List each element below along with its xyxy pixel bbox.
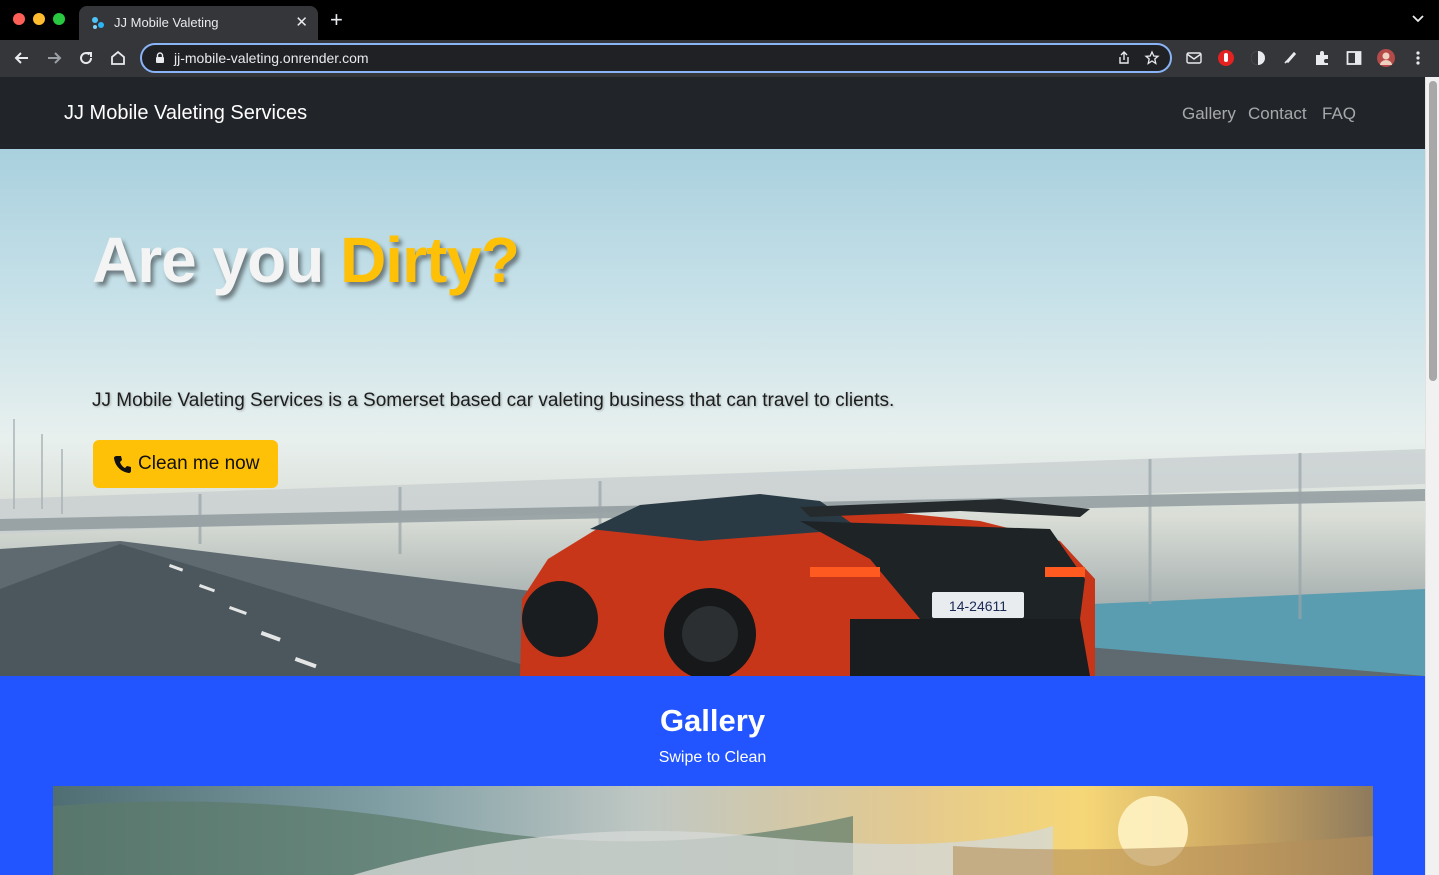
gallery-subtitle: Swipe to Clean xyxy=(658,749,767,766)
close-window-button[interactable] xyxy=(13,13,25,25)
browser-tab[interactable]: JJ Mobile Valeting ✕ xyxy=(79,6,318,40)
site-brand-link[interactable]: JJ Mobile Valeting Services xyxy=(64,102,307,125)
maximize-window-button[interactable] xyxy=(53,13,65,25)
hero-section: 14-24611 Are you Dirty? JJ Mobile Valeti… xyxy=(0,149,1425,676)
phone-icon xyxy=(114,456,131,473)
side-panel-icon[interactable] xyxy=(1345,49,1363,67)
chevron-down-icon[interactable] xyxy=(1411,12,1425,26)
hero-title-part1: Are you xyxy=(92,224,324,296)
license-plate-text: 14-24611 xyxy=(949,598,1007,614)
gallery-title: Gallery xyxy=(659,703,766,738)
gallery-slide-image xyxy=(53,796,1373,875)
share-icon[interactable] xyxy=(1116,50,1132,66)
cta-label: Clean me now xyxy=(138,453,260,474)
favicon-icon xyxy=(92,17,104,29)
hero-title: Are you Dirty? xyxy=(92,223,520,297)
forward-arrow-icon[interactable] xyxy=(44,48,64,68)
browser-tab-bar: JJ Mobile Valeting ✕ + xyxy=(0,0,1439,40)
scrollbar-thumb[interactable] xyxy=(1429,81,1437,381)
tab-title: JJ Mobile Valeting xyxy=(114,15,219,30)
gallery-carousel-image[interactable] xyxy=(53,786,1373,875)
more-menu-icon[interactable] xyxy=(1409,49,1427,67)
profile-avatar-icon[interactable] xyxy=(1377,49,1395,67)
puzzle-extensions-icon[interactable] xyxy=(1313,49,1331,67)
clean-me-now-button[interactable]: Clean me now xyxy=(93,440,278,488)
back-arrow-icon[interactable] xyxy=(12,48,32,68)
record-extension-icon[interactable] xyxy=(1217,49,1235,67)
home-icon[interactable] xyxy=(108,48,128,68)
url-text[interactable]: jj-mobile-valeting.onrender.com xyxy=(174,50,369,66)
gallery-section: Gallery Swipe to Clean xyxy=(0,676,1425,875)
reload-icon[interactable] xyxy=(76,48,96,68)
lock-icon[interactable] xyxy=(153,51,167,65)
address-bar[interactable]: jj-mobile-valeting.onrender.com xyxy=(140,43,1172,73)
new-tab-icon[interactable]: + xyxy=(330,8,343,32)
page-scrollbar[interactable] xyxy=(1425,77,1439,875)
close-tab-icon[interactable]: ✕ xyxy=(295,13,308,31)
hero-description: JJ Mobile Valeting Services is a Somerse… xyxy=(92,390,895,411)
mail-extension-icon[interactable] xyxy=(1185,49,1203,67)
rocket-extension-icon[interactable] xyxy=(1281,49,1299,67)
nav-link-contact[interactable]: Contact xyxy=(1248,104,1307,124)
web-page: JJ Mobile Valeting Services Gallery Cont… xyxy=(0,77,1425,875)
dark-mode-extension-icon[interactable] xyxy=(1249,49,1267,67)
browser-toolbar: jj-mobile-valeting.onrender.com xyxy=(0,40,1439,77)
nav-link-faq[interactable]: FAQ xyxy=(1322,104,1356,124)
star-icon[interactable] xyxy=(1144,50,1160,66)
site-navbar: JJ Mobile Valeting Services Gallery Cont… xyxy=(0,77,1425,149)
minimize-window-button[interactable] xyxy=(33,13,45,25)
nav-link-gallery[interactable]: Gallery xyxy=(1182,104,1236,124)
hero-title-part2: Dirty? xyxy=(340,224,520,296)
